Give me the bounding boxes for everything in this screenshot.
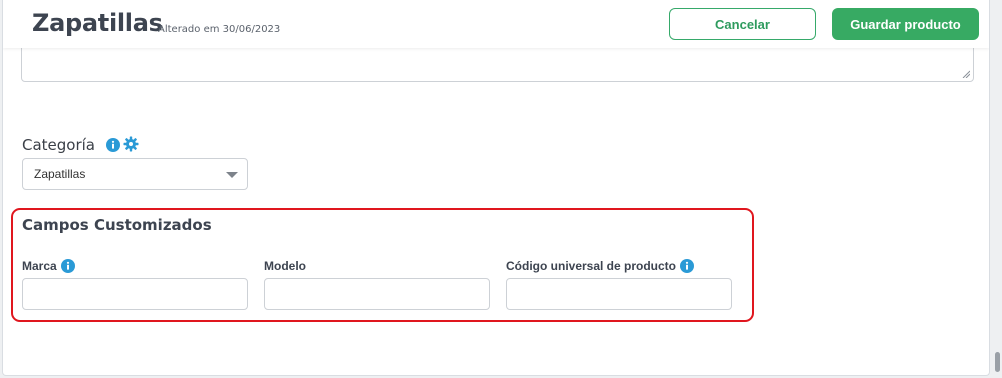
info-icon[interactable] bbox=[680, 259, 694, 273]
resize-grip-icon[interactable] bbox=[962, 70, 970, 78]
marca-input[interactable] bbox=[22, 278, 248, 310]
page-title: Zapatillas bbox=[32, 9, 163, 37]
category-select[interactable]: Zapatillas bbox=[22, 158, 248, 190]
field-label-modelo: Modelo bbox=[264, 259, 306, 273]
chevron-down-icon bbox=[226, 172, 238, 178]
last-modified-text: Alterado em 30/06/2023 bbox=[158, 24, 281, 35]
category-label: Categoría bbox=[22, 136, 96, 154]
info-icon[interactable] bbox=[61, 259, 75, 273]
custom-fields-title: Campos Customizados bbox=[22, 216, 212, 234]
product-editor-panel: Zapatillas Alterado em 30/06/2023 Cancel… bbox=[2, 0, 990, 376]
upc-input[interactable] bbox=[506, 278, 732, 310]
gear-icon[interactable] bbox=[123, 136, 139, 152]
field-label-upc: Código universal de producto bbox=[506, 259, 677, 273]
vertical-scrollbar[interactable] bbox=[993, 0, 1002, 378]
field-label-marca: Marca bbox=[22, 259, 57, 273]
info-icon[interactable] bbox=[106, 138, 120, 152]
modelo-input[interactable] bbox=[264, 278, 490, 310]
cancel-button[interactable]: Cancelar bbox=[669, 8, 816, 40]
save-product-button[interactable]: Guardar producto bbox=[832, 8, 979, 40]
scrollbar-thumb[interactable] bbox=[995, 352, 1000, 372]
header-bar: Zapatillas Alterado em 30/06/2023 Cancel… bbox=[3, 0, 989, 48]
category-selected-value: Zapatillas bbox=[34, 167, 86, 181]
